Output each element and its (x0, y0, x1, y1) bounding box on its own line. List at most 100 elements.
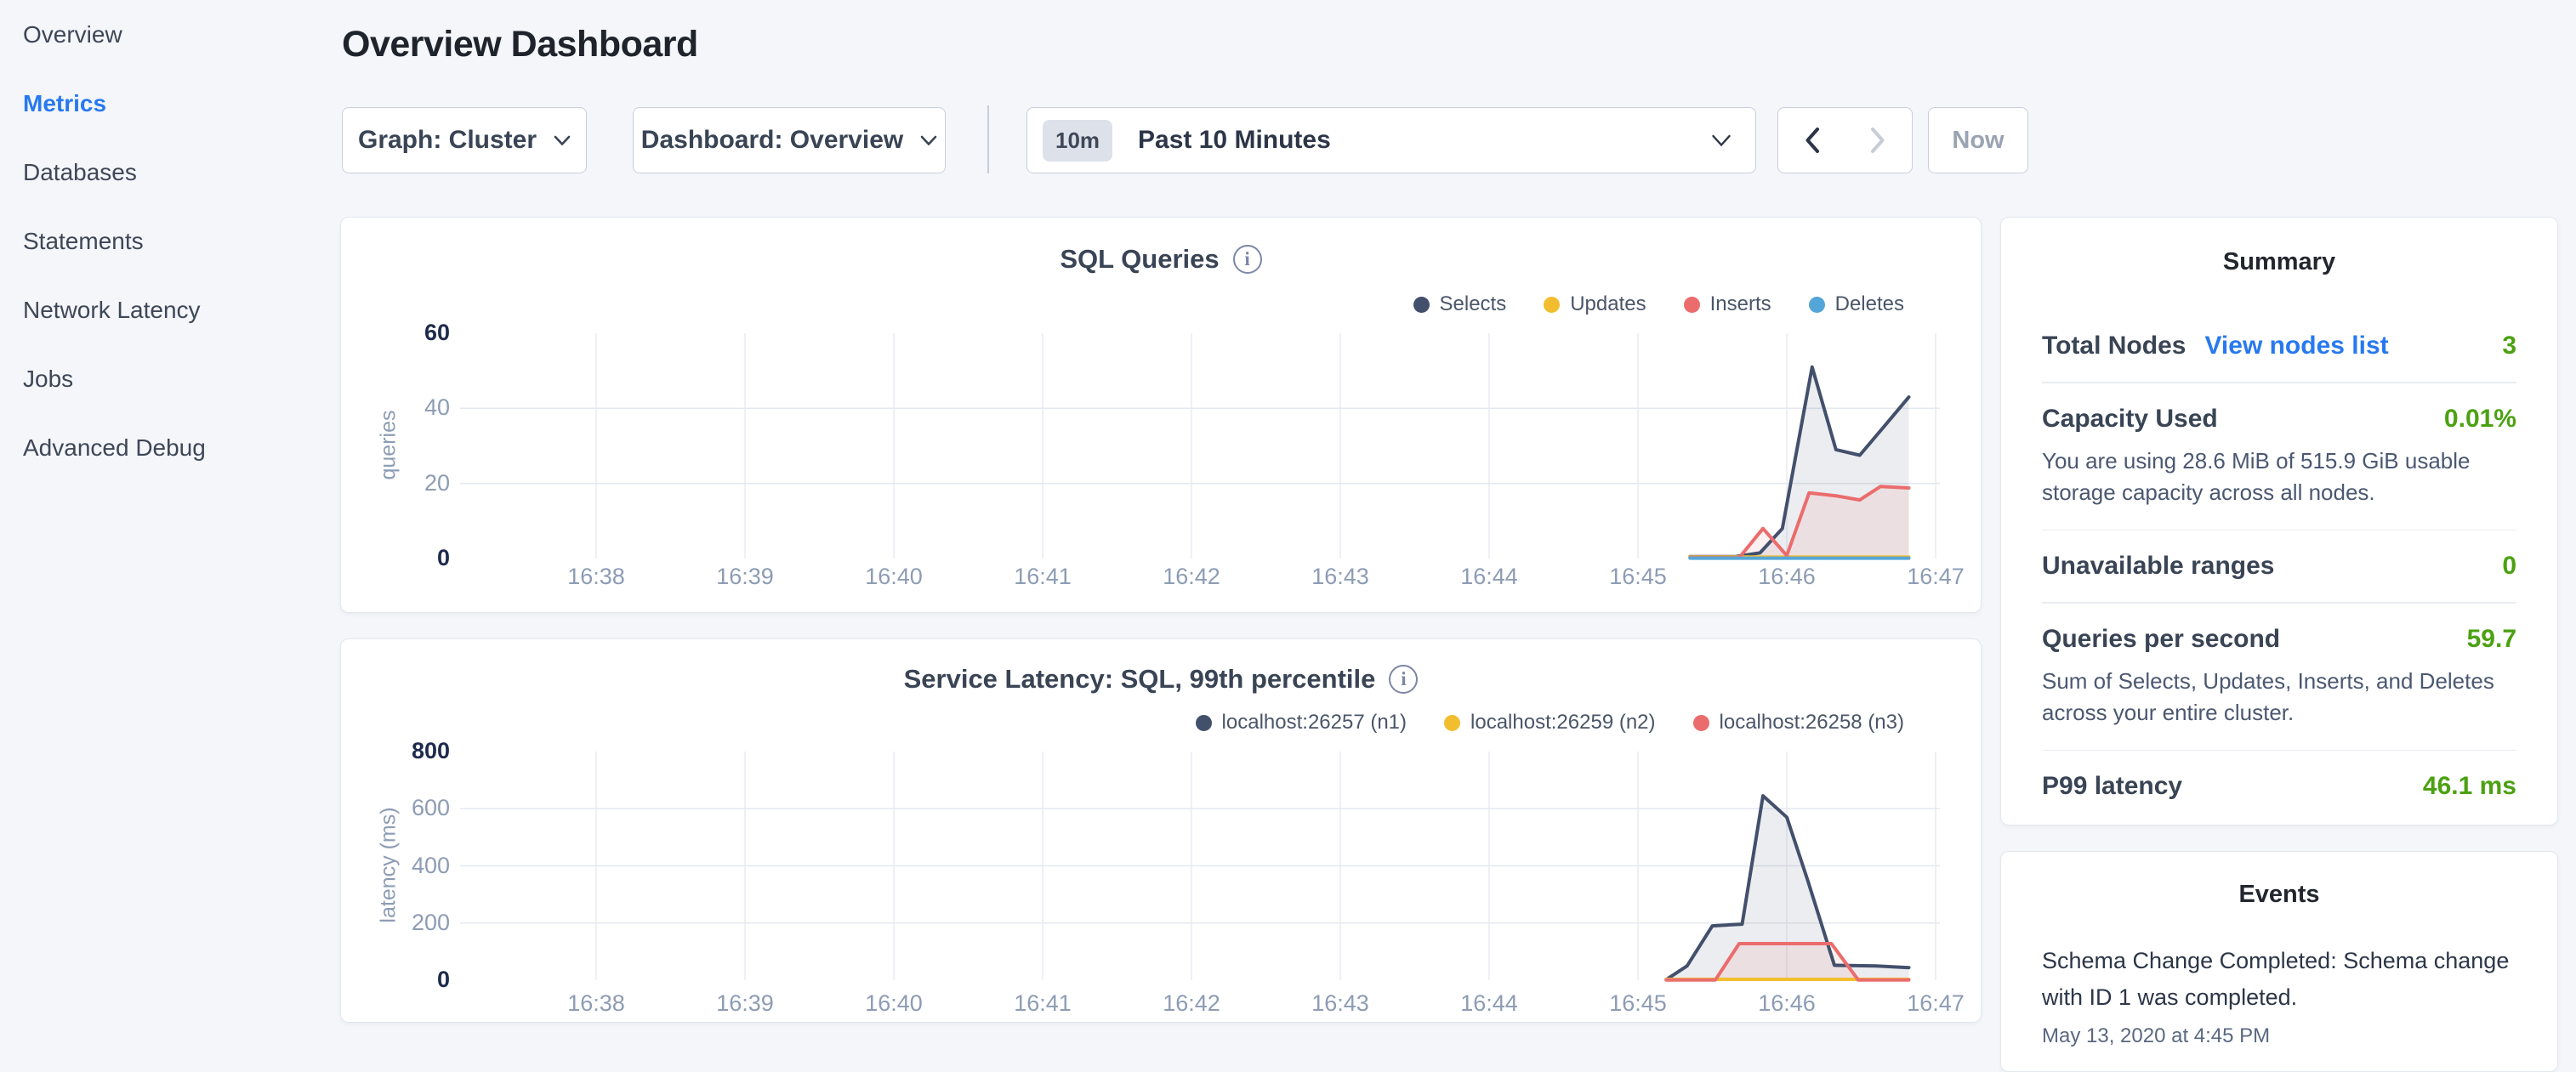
y-axis-tick-label: 800 (356, 738, 450, 764)
x-axis-tick-label: 16:41 (983, 990, 1102, 1017)
summary-row-label: Queries per second (2042, 625, 2280, 654)
x-axis-tick-label: 16:40 (834, 990, 953, 1017)
x-axis-tick-label: 16:47 (1876, 990, 1995, 1017)
time-range-selector[interactable]: 10m Past 10 Minutes (1026, 107, 1756, 173)
sidebar-item-advanced-debug[interactable]: Advanced Debug (23, 413, 340, 482)
chevron-down-icon (920, 135, 937, 146)
summary-row-value: 46.1 ms (2423, 772, 2516, 801)
y-axis-tick-label: 40 (356, 394, 450, 421)
summary-row-label: Total Nodes (2042, 332, 2186, 360)
x-axis-tick-label: 16:42 (1132, 990, 1251, 1017)
summary-row-unavailable-ranges: Unavailable ranges 0 (2042, 530, 2516, 602)
summary-rows: Total NodesView nodes list3Capacity Used… (2042, 310, 2516, 822)
legend-label: Updates (1570, 292, 1646, 316)
sidebar-item-databases[interactable]: Databases (23, 138, 340, 207)
chart-legend: Selects Updates Inserts Deletes (1413, 292, 1905, 316)
chart-plot-area (341, 639, 1982, 1024)
x-axis-tick-label: 16:43 (1281, 990, 1400, 1017)
legend-item-localhost-26258-n3: localhost:26258 (n3) (1693, 711, 1904, 735)
y-axis-tick-label: 0 (356, 967, 450, 993)
page: OverviewMetricsDatabasesStatementsNetwor… (0, 0, 2576, 1051)
x-axis-tick-label: 16:41 (983, 564, 1102, 590)
chart-plot-area (341, 218, 1982, 614)
graph-dropdown[interactable]: Graph: Cluster (342, 107, 587, 173)
view-nodes-list-link[interactable]: View nodes list (2204, 332, 2388, 360)
chart-header: Service Latency: SQL, 99th percentile i (341, 664, 1981, 695)
x-axis-tick-label: 16:46 (1727, 564, 1846, 590)
legend-label: Inserts (1710, 292, 1771, 316)
chevron-left-icon (1804, 127, 1820, 154)
y-axis-tick-label: 60 (356, 320, 450, 346)
y-axis-tick-label: 20 (356, 470, 450, 496)
info-icon[interactable]: i (1389, 665, 1418, 694)
summary-row-p99-latency: P99 latency 46.1 ms (2042, 751, 2516, 822)
chevron-down-icon (554, 135, 571, 146)
sidebar-item-overview[interactable]: Overview (23, 0, 340, 69)
legend-label: localhost:26258 (n3) (1720, 711, 1904, 735)
sidebar-item-metrics[interactable]: Metrics (23, 69, 340, 138)
event-text: Schema Change Completed: Schema change w… (2042, 943, 2516, 1016)
time-next-button[interactable] (1845, 107, 1913, 173)
page-title: Overview Dashboard (342, 24, 698, 65)
x-axis-tick-label: 16:38 (537, 564, 656, 590)
time-prev-button[interactable] (1777, 107, 1845, 173)
info-icon[interactable]: i (1233, 245, 1262, 274)
legend-item-updates: Updates (1544, 292, 1646, 316)
now-button[interactable]: Now (1928, 107, 2028, 173)
legend-label: localhost:26257 (n1) (1222, 711, 1407, 735)
legend-item-deletes: Deletes (1809, 292, 1904, 316)
y-axis-tick-label: 600 (356, 795, 450, 821)
legend-item-inserts: Inserts (1684, 292, 1771, 316)
event-item: Schema Change Completed: Schema change w… (2042, 943, 2516, 1048)
summary-row-label: Capacity Used (2042, 405, 2218, 434)
summary-row-value: 0 (2502, 552, 2516, 581)
time-range-label: Past 10 Minutes (1138, 126, 1331, 155)
x-axis-tick-label: 16:46 (1727, 990, 1846, 1017)
summary-row-value: 0.01% (2444, 405, 2516, 434)
chart-title: SQL Queries (1060, 244, 1219, 275)
summary-row-value: 59.7 (2467, 625, 2516, 654)
x-axis-tick-label: 16:39 (685, 564, 805, 590)
legend-item-localhost-26257-n1: localhost:26257 (n1) (1196, 711, 1407, 735)
controls-divider (987, 105, 989, 173)
event-timestamp: May 13, 2020 at 4:45 PM (2042, 1024, 2516, 1048)
sql-queries-chart-card: SQL Queries i Selects Updates Inserts Deletes… (340, 217, 1982, 613)
legend-dot (1693, 715, 1709, 731)
graph-dropdown-label: Graph: Cluster (358, 126, 537, 155)
x-axis-tick-label: 16:43 (1281, 564, 1400, 590)
x-axis-tick-label: 16:45 (1578, 990, 1697, 1017)
x-axis-tick-label: 16:44 (1430, 564, 1549, 590)
x-axis-tick-label: 16:45 (1578, 564, 1697, 590)
sidebar-list: OverviewMetricsDatabasesStatementsNetwor… (0, 0, 340, 482)
events-panel: Events Schema Change Completed: Schema c… (2000, 851, 2558, 1072)
x-axis-tick-label: 16:47 (1876, 564, 1995, 590)
chevron-right-icon (1870, 127, 1886, 154)
y-axis-unit-label: queries (377, 343, 401, 547)
time-range-badge: 10m (1043, 120, 1112, 162)
legend-dot (1544, 297, 1560, 313)
legend-label: Deletes (1835, 292, 1904, 316)
summary-row-capacity-used: Capacity Used 0.01% You are using 28.6 MiB… (2042, 383, 2516, 530)
y-axis-tick-label: 0 (356, 545, 450, 571)
events-list: Schema Change Completed: Schema change w… (2042, 943, 2516, 1048)
legend-dot (1413, 297, 1430, 313)
x-axis-tick-label: 16:38 (537, 990, 656, 1017)
summary-panel: Summary Total NodesView nodes list3Capac… (2000, 217, 2558, 825)
legend-label: localhost:26259 (n2) (1470, 711, 1655, 735)
summary-title: Summary (2042, 248, 2516, 276)
dashboard-dropdown[interactable]: Dashboard: Overview (633, 107, 946, 173)
legend-dot (1444, 715, 1460, 731)
sidebar-item-statements[interactable]: Statements (23, 207, 340, 275)
summary-row-label: P99 latency (2042, 772, 2182, 801)
sidebar-item-jobs[interactable]: Jobs (23, 344, 340, 413)
summary-row-description: You are using 28.6 MiB of 515.9 GiB usab… (2042, 445, 2516, 508)
chart-title: Service Latency: SQL, 99th percentile (904, 664, 1376, 695)
y-axis-tick-label: 400 (356, 853, 450, 879)
legend-label: Selects (1440, 292, 1507, 316)
x-axis-tick-label: 16:44 (1430, 990, 1549, 1017)
y-axis-tick-label: 200 (356, 910, 450, 936)
sidebar-item-network-latency[interactable]: Network Latency (23, 275, 340, 344)
x-axis-tick-label: 16:40 (834, 564, 953, 590)
summary-row-label: Unavailable ranges (2042, 552, 2274, 581)
legend-item-localhost-26259-n2: localhost:26259 (n2) (1444, 711, 1655, 735)
